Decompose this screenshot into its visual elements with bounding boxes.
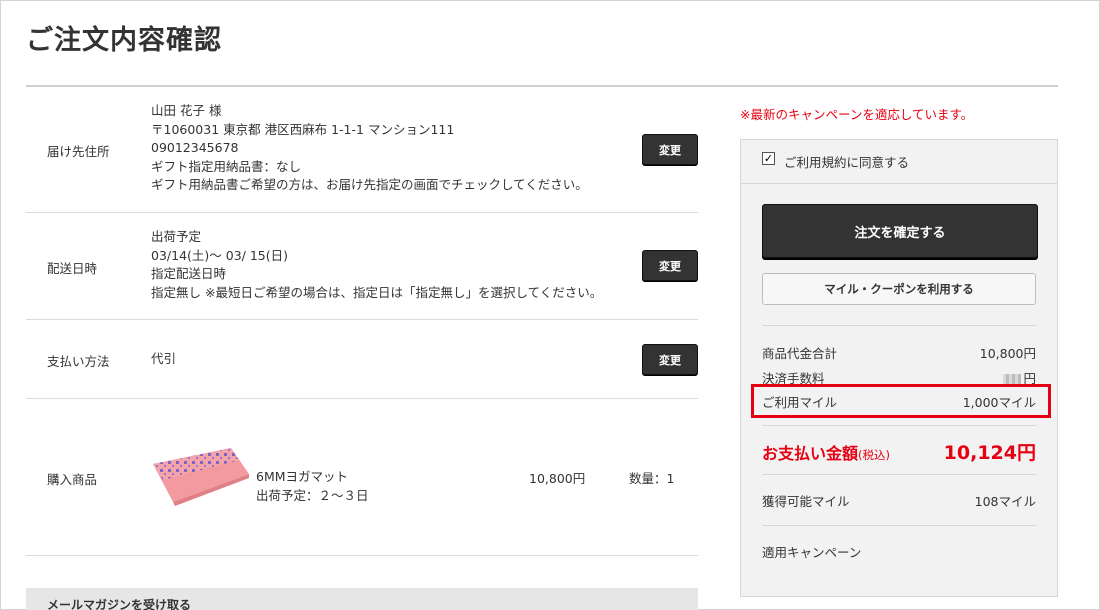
- delivery-date-row: 配送日時 出荷予定 03/14(土)～ 03/ 15(日) 指定配送日時 指定無…: [26, 213, 698, 320]
- yoga-mat-image: [151, 444, 251, 508]
- confirm-order-button[interactable]: 注文を確定する: [762, 204, 1038, 258]
- product-ship-estimate: 出荷予定：２～３日: [256, 487, 369, 503]
- delivery-address-label: 届け先住所: [47, 144, 110, 159]
- miles-used-label: ご利用マイル: [762, 395, 838, 410]
- campaign-note: ※最新のキャンペーンを適応しています。: [740, 107, 974, 122]
- product-price: 10,800円: [529, 471, 586, 486]
- total-payment-value: 10,124円: [943, 442, 1036, 464]
- terms-agreement-row: ✓ ご利用規約に同意する: [741, 140, 1057, 184]
- product-quantity: 数量：1: [629, 471, 675, 486]
- date-note: 指定無し ※最短日ご希望の場合は、指定日は「指定無し」を選択してください。: [151, 284, 603, 300]
- terms-agreement-label[interactable]: ご利用規約に同意する: [784, 152, 909, 171]
- order-summary-panel: ✓ ご利用規約に同意する 注文を確定する マイル・クーポンを利用する 商品代金合…: [740, 139, 1058, 597]
- date-heading: 指定配送日時: [151, 266, 227, 281]
- change-address-button[interactable]: 変更: [642, 134, 698, 165]
- summary-divider: [762, 525, 1036, 526]
- applied-campaign-label: 適用キャンペーン: [762, 545, 862, 560]
- products-row: 購入商品 6MMヨガマット 出荷予定：２～３日 10,800円 数量：1: [26, 399, 698, 556]
- recipient-phone: 09012345678: [151, 140, 239, 155]
- gift-invoice-status: ギフト指定用納品書：なし: [151, 158, 302, 174]
- miles-used-value: 1,000マイル: [962, 395, 1036, 410]
- ship-range: 03/14(土)～ 03/ 15(日): [151, 247, 288, 263]
- payment-method: 代引: [151, 351, 177, 366]
- earnable-miles-label: 獲得可能マイル: [762, 494, 850, 509]
- delivery-address-row: 届け先住所 山田 花子 様 〒1060031 東京都 港区西麻布 1-1-1 マ…: [26, 89, 698, 213]
- payment-label: 支払い方法: [47, 354, 110, 369]
- product-name[interactable]: 6MMヨガマット: [256, 468, 369, 487]
- total-payment-label: お支払い金額(税込): [762, 440, 890, 464]
- summary-divider: [762, 425, 1036, 426]
- summary-divider: [762, 474, 1036, 475]
- terms-checkbox[interactable]: ✓: [762, 152, 775, 165]
- mail-magazine-section: メールマガジンを受け取る: [26, 588, 698, 610]
- delivery-date-details: 出荷予定 03/14(土)～ 03/ 15(日) 指定配送日時 指定無し ※最短…: [151, 228, 602, 302]
- recipient-name: 山田 花子 様: [151, 103, 222, 118]
- products-label: 購入商品: [47, 472, 98, 487]
- total-payment-text: お支払い金額: [762, 444, 859, 463]
- subtotal-label: 商品代金合計: [762, 346, 838, 361]
- payment-row: 支払い方法 代引 変更: [26, 320, 698, 399]
- subtotal-value: 10,800円: [979, 346, 1036, 361]
- tax-included-note: (税込): [858, 448, 890, 462]
- gift-invoice-note: ギフト用納品書ご希望の方は、お届け先指定の画面でチェックしてください。: [151, 177, 588, 192]
- use-miles-coupon-button[interactable]: マイル・クーポンを利用する: [762, 273, 1036, 305]
- title-divider: [26, 85, 1058, 87]
- mail-magazine-label[interactable]: メールマガジンを受け取る: [47, 596, 191, 610]
- recipient-address: 〒1060031 東京都 港区西麻布 1-1-1 マンション111: [151, 121, 455, 137]
- product-item: 6MMヨガマット 出荷予定：２～３日: [256, 468, 369, 505]
- ship-heading: 出荷予定: [151, 229, 202, 244]
- change-payment-button[interactable]: 変更: [642, 344, 698, 375]
- delivery-address-details: 山田 花子 様 〒1060031 東京都 港区西麻布 1-1-1 マンション11…: [151, 102, 588, 195]
- earnable-miles-value: 108マイル: [974, 494, 1036, 509]
- delivery-date-label: 配送日時: [47, 261, 98, 276]
- summary-divider: [762, 325, 1036, 326]
- change-date-button[interactable]: 変更: [642, 250, 698, 281]
- page-title: ご注文内容確認: [26, 25, 222, 56]
